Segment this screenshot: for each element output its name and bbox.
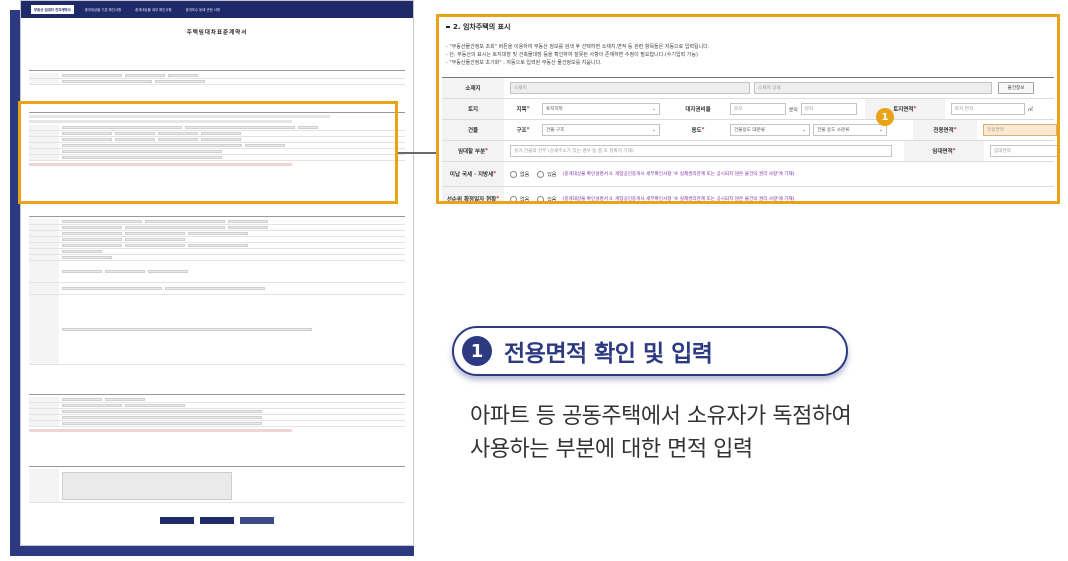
chevron-down-icon: ⌄ bbox=[651, 127, 656, 133]
callout-description: 아파트 등 공동주택에서 소유자가 독점하여 사용하는 부분에 대한 면적 입력 bbox=[470, 400, 990, 466]
connector-line bbox=[398, 152, 436, 154]
land-category-label: 지목 * bbox=[504, 99, 542, 119]
priority-date-none-radio[interactable]: 없음 bbox=[510, 195, 529, 201]
thumbnail-section-header bbox=[29, 461, 405, 467]
section-title: 2. 임차주택의 표시 bbox=[446, 22, 510, 32]
exclusive-area-label: 전용면적 * bbox=[913, 120, 977, 140]
thumbnail-highlight-box bbox=[18, 101, 398, 204]
rented-part-input[interactable]: 실거 건물의 전부 (상세주소가 있는 경우 동·층·호 정확히 기재) bbox=[510, 145, 892, 157]
thumbnail-row bbox=[29, 79, 405, 85]
thumbnail-section-header bbox=[29, 211, 405, 217]
radio-circle-icon bbox=[510, 195, 517, 201]
thumbnail-tab-fee: 중개보수 등에 관한 사항 bbox=[185, 8, 221, 12]
row-priority-date: 선순위 확정일자 현황 * 없음 있음 (중개대상물 확인설명서 II. 개업공인… bbox=[442, 187, 1054, 202]
exclusive-area-input[interactable]: 전용면적 bbox=[983, 124, 1057, 136]
property-info-button[interactable]: 물건정보 bbox=[998, 82, 1034, 94]
thumbnail-tab-contract: 부동산 임대차 전자계약서 bbox=[31, 5, 74, 14]
note-line: - "부동산물건정보 조회" 버튼을 이용하여 부동산 정보를 검색 후 선택하… bbox=[446, 44, 710, 50]
description-line-2: 사용하는 부분에 대한 면적 입력 bbox=[470, 437, 753, 462]
thumbnail-tab-detail: 중개대상물 세부 확인사항 bbox=[135, 8, 172, 12]
address-detail-input[interactable]: 소재지 상세 bbox=[754, 82, 992, 94]
chevron-down-icon: ⌄ bbox=[801, 127, 806, 133]
land-label: 토지 bbox=[442, 99, 504, 119]
rented-area-label: 임대면적 * bbox=[904, 141, 984, 161]
priority-date-note: (중개대상물 확인설명서 II. 개업공인중개사 세부확인사항 '⑨ 실제권리관… bbox=[562, 197, 795, 202]
thumbnail-section-header bbox=[29, 65, 405, 71]
building-structure-label: 구조 * bbox=[504, 120, 542, 140]
row-building: 건물 구조 * 건물 구조 ⌄ 용도 * 건물용도 대분류 ⌄ 건물 용도 소분류 ⌄ 전… bbox=[442, 120, 1057, 141]
chevron-down-icon: ⌄ bbox=[878, 127, 883, 133]
priority-date-exists-radio[interactable]: 있음 bbox=[537, 195, 556, 201]
thumbnail-page: 부동산 임대차 전자계약서 중개대상물 기본 확인사항 중개대상물 세부 확인사… bbox=[20, 0, 414, 546]
note-line: - "부동산물건정보 초기화" : 자동으로 입력된 부동산 물건정보를 지웁니… bbox=[446, 60, 602, 66]
unpaid-tax-note: (중개대상물 확인설명서 II. 개업공인중개사 세부확인사항 '⑨ 실제권리관… bbox=[562, 172, 795, 177]
land-area-input[interactable]: 토지 면적 bbox=[950, 103, 1025, 115]
building-use-minor-select[interactable]: 건물 용도 소분류 ⌄ bbox=[813, 124, 887, 136]
thumbnail-row bbox=[29, 421, 405, 427]
thumbnail-nav: 부동산 임대차 전자계약서 중개대상물 기본 확인사항 중개대상물 세부 확인사… bbox=[21, 1, 413, 18]
thumbnail-row bbox=[29, 261, 405, 283]
thumbnail-button bbox=[160, 517, 194, 524]
radio-circle-icon bbox=[537, 170, 545, 178]
thumbnail-title: 주택임대차표준계약서 bbox=[186, 30, 248, 36]
thumbnail-section-5 bbox=[29, 461, 405, 503]
ratio-numerator-input[interactable]: 분모 bbox=[730, 103, 786, 115]
callout-number: 1 bbox=[462, 336, 492, 366]
note-line: - 단, 부동산의 표시는 토지대장 및 건축물대장 등을 확인하여 잘못된 사… bbox=[446, 52, 698, 58]
ratio-mid-text: 분의 bbox=[789, 107, 798, 113]
exclusive-area-marker: 1 bbox=[876, 108, 894, 126]
building-structure-select[interactable]: 건물 구조 ⌄ bbox=[542, 124, 660, 136]
thumbnail-row bbox=[29, 283, 405, 295]
radio-circle-icon bbox=[537, 195, 545, 201]
callout-pill: 1 전용면적 확인 및 입력 bbox=[452, 326, 848, 376]
chevron-down-icon: ⌄ bbox=[651, 106, 656, 112]
callout-title: 전용면적 확인 및 입력 bbox=[504, 341, 713, 367]
unpaid-tax-label: 미납 국세 · 지방세 * bbox=[442, 162, 504, 186]
thumbnail-section-header bbox=[29, 389, 405, 395]
priority-date-label: 선순위 확정일자 현황 * bbox=[442, 187, 504, 201]
building-use-label: 용도 * bbox=[666, 120, 730, 140]
thumbnail-buttons bbox=[21, 517, 413, 524]
section-notes: - "부동산물건정보 조회" 버튼을 이용하여 부동산 정보를 검색 후 선택하… bbox=[446, 43, 709, 67]
rented-part-label: 임대할 부분 * bbox=[442, 141, 504, 161]
ratio-denominator-input[interactable]: 분자 bbox=[800, 103, 857, 115]
thumbnail-subtitle-line bbox=[21, 39, 413, 43]
thumbnail-row bbox=[29, 469, 405, 503]
thumbnail-tab-basic: 중개대상물 기본 확인사항 bbox=[84, 8, 122, 12]
property-table: 소재지 소재지 소재지 상세 물건정보 토지 지목 * 토지지목 ⌄ 대지권비율 분… bbox=[442, 77, 1057, 202]
zoom-panel: 2. 임차주택의 표시 - "부동산물건정보 조회" 버튼을 이용하여 부동산 … bbox=[436, 14, 1060, 204]
radio-circle-icon bbox=[510, 170, 517, 178]
row-address: 소재지 소재지 소재지 상세 물건정보 bbox=[442, 78, 1054, 99]
land-category-select[interactable]: 토지지목 ⌄ bbox=[542, 103, 660, 115]
unpaid-tax-exists-radio[interactable]: 있음 bbox=[537, 170, 556, 178]
thumbnail-section-4 bbox=[29, 389, 405, 434]
address-input[interactable]: 소재지 bbox=[510, 82, 750, 94]
thumbnail-button bbox=[200, 517, 234, 524]
thumbnail-section-1 bbox=[29, 65, 405, 85]
row-rented-part: 임대할 부분 * 실거 건물의 전부 (상세주소가 있는 경우 동·층·호 정확히… bbox=[442, 141, 1057, 162]
rented-area-input[interactable]: 임대면적 bbox=[990, 145, 1057, 157]
building-use-major-select[interactable]: 건물용도 대분류 ⌄ bbox=[730, 124, 810, 136]
land-ratio-label: 대지권비율 bbox=[666, 99, 730, 119]
row-unpaid-tax: 미납 국세 · 지방세 * 없음 있음 (중개대상물 확인설명서 II. 개업공인… bbox=[442, 162, 1054, 187]
thumbnail-button bbox=[240, 517, 274, 524]
row-land: 토지 지목 * 토지지목 ⌄ 대지권비율 분모 분의 분자 토지면적 * 토지 면적 … bbox=[442, 99, 1054, 120]
page-thumbnail: 부동산 임대차 전자계약서 중개대상물 기본 확인사항 중개대상물 세부 확인사… bbox=[0, 0, 420, 561]
description-line-1: 아파트 등 공동주택에서 소유자가 독점하여 bbox=[470, 404, 852, 429]
building-label: 건물 bbox=[442, 120, 504, 140]
thumbnail-row bbox=[29, 295, 405, 365]
unpaid-tax-none-radio[interactable]: 없음 bbox=[510, 170, 529, 178]
address-label: 소재지 bbox=[442, 78, 504, 98]
thumbnail-warning bbox=[29, 429, 293, 432]
thumbnail-section-3 bbox=[29, 211, 405, 365]
land-area-unit: ㎡ bbox=[1027, 106, 1033, 113]
